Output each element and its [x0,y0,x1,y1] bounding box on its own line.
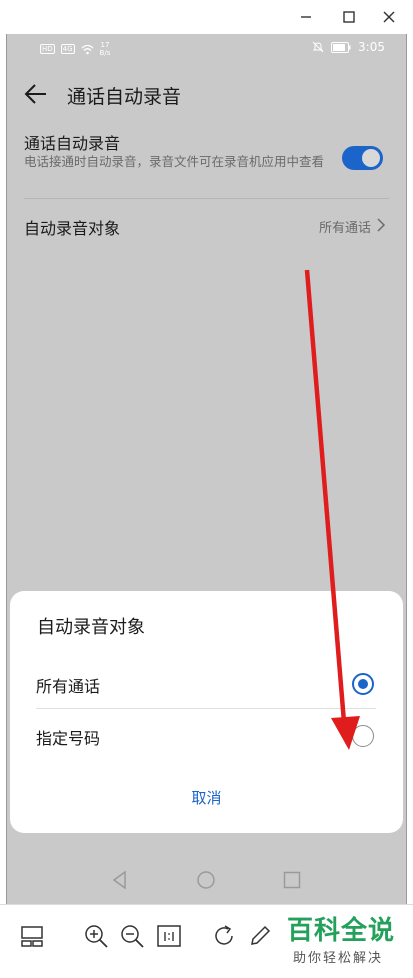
zoom-in-icon[interactable] [82,922,110,950]
option-label: 所有通话 [36,677,101,696]
dialog-divider [36,708,376,709]
option-all-calls[interactable]: 所有通话 [10,661,403,707]
wifi-icon [81,44,93,54]
actual-size-icon[interactable] [155,922,183,950]
nav-recent-icon[interactable] [282,870,302,890]
toggle-knob [362,149,380,167]
chevron-right-icon [377,218,386,232]
auto-record-description: 电话接通时自动录音，录音文件可在录音机应用中查看 [24,154,325,169]
option-specified-numbers[interactable]: 指定号码 [10,713,403,759]
battery-icon [331,41,351,53]
watermark-sub: 助你轻松解决 [293,951,384,966]
option-label: 指定号码 [36,729,101,748]
record-target-title[interactable]: 自动录音对象 [24,215,120,239]
back-arrow-icon[interactable] [22,80,50,108]
record-target-value: 所有通话 [318,221,371,236]
app-bar: 通话自动录音 [6,74,407,114]
auto-record-toggle[interactable] [342,146,383,170]
network-badge: 4G [60,44,75,54]
record-target-dialog: 自动录音对象 所有通话 指定号码 取消 [10,591,403,833]
auto-record-title: 通话自动录音 [24,134,121,153]
watermark-main: 百科全说 [287,916,396,946]
rotate-icon[interactable] [210,922,238,950]
hd-badge: HD [40,44,55,54]
system-nav-bar [6,866,407,896]
speed-unit: B/s [99,49,111,57]
zoom-out-icon[interactable] [118,922,146,950]
radio-selected-icon[interactable] [352,673,374,695]
clock: 3:05 [358,40,385,54]
radio-unselected-icon[interactable] [352,725,374,747]
edit-pencil-icon[interactable] [246,922,274,950]
phone-screen: HD 4G 17 B/s 3:05 通话自动录音 通话自动录音 电话接通时自动录… [6,34,407,904]
nav-home-icon[interactable] [196,870,216,890]
viewer-toolbar: 百科全说 助你轻松解决 [0,904,413,978]
nav-back-icon[interactable] [110,870,130,890]
settings-divider [24,198,389,199]
watermark-logo: 百科全说 助你轻松解决 [283,915,403,975]
cancel-button[interactable]: 取消 [10,787,403,808]
mute-icon [312,41,324,53]
maximize-icon[interactable] [336,4,362,30]
window-titlebar [0,0,413,34]
minimize-icon[interactable] [293,4,319,30]
network-speed: 17 B/s [100,41,111,57]
page-title: 通话自动录音 [67,86,182,108]
layout-icon[interactable] [18,922,46,950]
status-bar: HD 4G 17 B/s 3:05 [6,34,407,60]
dialog-title: 自动录音对象 [37,617,145,638]
speed-value: 17 [100,41,110,49]
close-icon[interactable] [376,4,402,30]
